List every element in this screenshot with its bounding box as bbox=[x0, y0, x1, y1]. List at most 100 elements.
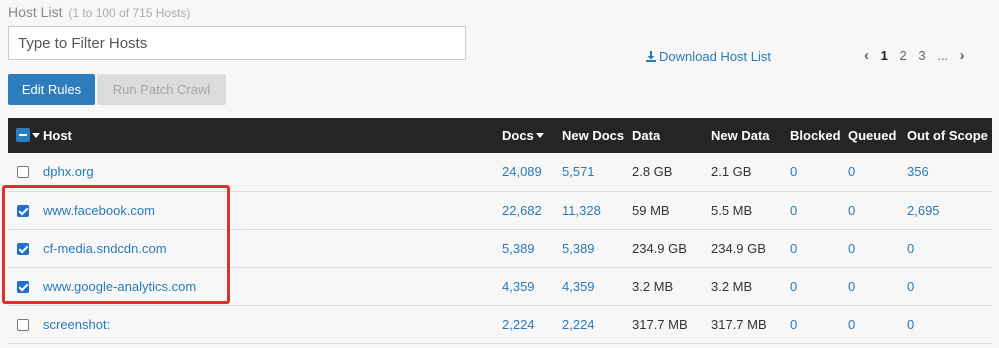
docs-value[interactable]: 22,682 bbox=[502, 203, 542, 218]
queued-value[interactable]: 0 bbox=[848, 241, 855, 256]
row-checkbox[interactable] bbox=[17, 318, 29, 331]
col-data[interactable]: Data bbox=[632, 118, 711, 153]
select-menu-caret-icon[interactable] bbox=[32, 133, 40, 138]
page-current[interactable]: 1 bbox=[881, 48, 888, 63]
page-ellipsis[interactable]: ... bbox=[937, 48, 948, 63]
cell-new-data: 317.7 MB bbox=[711, 305, 790, 343]
cell-blocked: 0 bbox=[790, 267, 848, 305]
cell-new-docs: 5,389 bbox=[562, 229, 632, 267]
prev-page-chevron-icon[interactable]: ‹ bbox=[864, 47, 869, 64]
cell-new-docs: 2,224 bbox=[562, 305, 632, 343]
cell-data: 317.7 MB bbox=[632, 305, 711, 343]
new-docs-value[interactable]: 2,224 bbox=[562, 317, 595, 332]
cell-host: www.google-analytics.com bbox=[43, 267, 502, 305]
table-row: dphx.org 24,089 5,571 2.8 GB 2.1 GB 0 0 356 bbox=[8, 153, 992, 191]
new-docs-value[interactable]: 5,389 bbox=[562, 241, 595, 256]
queued-value[interactable]: 0 bbox=[848, 279, 855, 294]
queued-value[interactable]: 0 bbox=[848, 203, 855, 218]
blocked-value[interactable]: 0 bbox=[790, 279, 797, 294]
download-icon bbox=[646, 51, 656, 62]
table-header-row: Host Docs New Docs Data New Data Blocked… bbox=[8, 118, 992, 153]
host-value[interactable]: www.facebook.com bbox=[43, 203, 155, 218]
cell-new-data: 3.2 MB bbox=[711, 267, 790, 305]
row-select-cell bbox=[8, 153, 43, 191]
download-label: Download Host List bbox=[659, 49, 771, 64]
cell-host: dphx.org bbox=[43, 153, 502, 191]
blocked-value[interactable]: 0 bbox=[790, 241, 797, 256]
docs-value[interactable]: 4,359 bbox=[502, 279, 535, 294]
table-row: screenshot: 2,224 2,224 317.7 MB 317.7 MB 0 0 0 bbox=[8, 305, 992, 343]
col-new-docs[interactable]: New Docs bbox=[562, 118, 632, 153]
blocked-value[interactable]: 0 bbox=[790, 317, 797, 332]
cell-docs: 4,359 bbox=[502, 267, 562, 305]
out-of-scope-value[interactable]: 356 bbox=[907, 164, 929, 179]
col-queued[interactable]: Queued bbox=[848, 118, 907, 153]
docs-value[interactable]: 2,224 bbox=[502, 317, 535, 332]
page-2[interactable]: 2 bbox=[899, 48, 906, 63]
blocked-value[interactable]: 0 bbox=[790, 203, 797, 218]
row-select-cell bbox=[8, 267, 43, 305]
blocked-value[interactable]: 0 bbox=[790, 164, 797, 179]
new-data-value: 2.1 GB bbox=[711, 164, 752, 180]
cell-queued: 0 bbox=[848, 267, 907, 305]
row-checkbox[interactable] bbox=[17, 166, 29, 179]
download-host-list-link[interactable]: Download Host List bbox=[646, 49, 771, 64]
row-checkbox[interactable] bbox=[17, 204, 29, 217]
page-title-text: Host List bbox=[8, 4, 63, 20]
cell-host: screenshot: bbox=[43, 305, 502, 343]
cell-new-data: 234.9 GB bbox=[711, 229, 790, 267]
table-row: www.google-analytics.com 4,359 4,359 3.2 MB… bbox=[8, 267, 992, 305]
row-select-cell bbox=[8, 229, 43, 267]
data-value: 317.7 MB bbox=[632, 316, 688, 332]
cell-new-data: 5.5 MB bbox=[711, 191, 790, 229]
host-value[interactable]: cf-media.sndcdn.com bbox=[43, 241, 167, 256]
cell-new-docs: 4,359 bbox=[562, 267, 632, 305]
queued-value[interactable]: 0 bbox=[848, 317, 855, 332]
cell-new-docs: 11,328 bbox=[562, 191, 632, 229]
page-3[interactable]: 3 bbox=[918, 48, 925, 63]
select-all-checkbox[interactable] bbox=[16, 128, 30, 142]
host-value[interactable]: www.google-analytics.com bbox=[43, 279, 196, 294]
host-value[interactable]: screenshot: bbox=[43, 317, 110, 332]
cell-out-of-scope: 0 bbox=[907, 267, 992, 305]
out-of-scope-value[interactable]: 0 bbox=[907, 317, 914, 332]
col-new-data[interactable]: New Data bbox=[711, 118, 790, 153]
cell-queued: 0 bbox=[848, 153, 907, 191]
new-data-value: 3.2 MB bbox=[711, 278, 753, 294]
page-title: Host List (1 to 100 of 715 Hosts) bbox=[8, 4, 190, 20]
out-of-scope-value[interactable]: 2,695 bbox=[907, 203, 940, 218]
cell-data: 2.8 GB bbox=[632, 153, 711, 191]
host-value[interactable]: dphx.org bbox=[43, 164, 94, 179]
new-data-value: 234.9 GB bbox=[711, 240, 766, 256]
sort-desc-icon bbox=[535, 133, 544, 138]
col-host[interactable]: Host bbox=[43, 118, 502, 153]
cell-out-of-scope: 0 bbox=[907, 305, 992, 343]
cell-out-of-scope: 2,695 bbox=[907, 191, 992, 229]
queued-value[interactable]: 0 bbox=[848, 164, 855, 179]
row-checkbox[interactable] bbox=[17, 242, 29, 255]
new-docs-value[interactable]: 11,328 bbox=[562, 203, 601, 218]
next-page-chevron-icon[interactable]: › bbox=[960, 47, 965, 64]
cell-queued: 0 bbox=[848, 191, 907, 229]
new-docs-value[interactable]: 5,571 bbox=[562, 164, 595, 179]
out-of-scope-value[interactable]: 0 bbox=[907, 279, 914, 294]
docs-value[interactable]: 5,389 bbox=[502, 241, 535, 256]
run-patch-crawl-button[interactable]: Run Patch Crawl bbox=[97, 74, 226, 105]
cell-out-of-scope: 0 bbox=[907, 229, 992, 267]
col-docs[interactable]: Docs bbox=[502, 118, 562, 153]
out-of-scope-value[interactable]: 0 bbox=[907, 241, 914, 256]
cell-data: 234.9 GB bbox=[632, 229, 711, 267]
new-data-value: 317.7 MB bbox=[711, 316, 767, 332]
data-value: 59 MB bbox=[632, 202, 670, 218]
select-all-cell[interactable] bbox=[8, 118, 43, 153]
col-blocked[interactable]: Blocked bbox=[790, 118, 848, 153]
row-checkbox[interactable] bbox=[17, 280, 29, 293]
cell-docs: 2,224 bbox=[502, 305, 562, 343]
docs-value[interactable]: 24,089 bbox=[502, 164, 542, 179]
col-out-of-scope[interactable]: Out of Scope bbox=[907, 118, 992, 153]
new-docs-value[interactable]: 4,359 bbox=[562, 279, 595, 294]
filter-hosts-input[interactable] bbox=[8, 26, 466, 60]
host-count: (1 to 100 of 715 Hosts) bbox=[68, 6, 191, 20]
edit-rules-button[interactable]: Edit Rules bbox=[8, 74, 95, 105]
data-value: 234.9 GB bbox=[632, 240, 687, 256]
